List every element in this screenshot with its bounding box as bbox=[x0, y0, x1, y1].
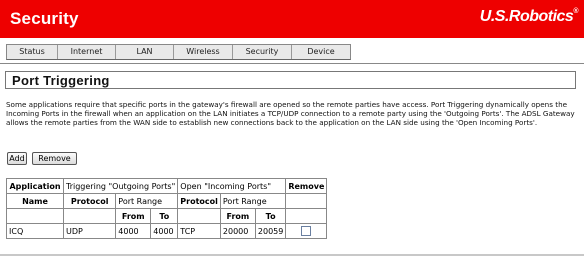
empty-cell bbox=[285, 208, 328, 224]
row-open-to: 20059 bbox=[254, 223, 287, 239]
add-button[interactable]: Add bbox=[7, 152, 27, 165]
empty-cell bbox=[285, 193, 328, 209]
row-name: ICQ bbox=[6, 223, 64, 239]
col-open: Open "Incoming Ports" bbox=[177, 178, 287, 194]
row-trigger-from: 4000 bbox=[115, 223, 152, 239]
remove-checkbox[interactable] bbox=[301, 226, 312, 236]
main-nav-tabs: Status Internet LAN Wireless Security De… bbox=[6, 44, 351, 60]
col-open-from: From bbox=[219, 208, 256, 224]
col-application: Application bbox=[6, 178, 64, 194]
remove-button[interactable]: Remove bbox=[32, 152, 77, 165]
col-name: Name bbox=[6, 193, 64, 209]
row-open-protocol: TCP bbox=[177, 223, 221, 239]
row-remove-cell bbox=[285, 223, 328, 239]
brand-logo: U.S.Robotics® bbox=[479, 8, 579, 26]
col-trigger-port-range: Port Range bbox=[115, 193, 179, 209]
port-triggering-table: Application Triggering "Outgoing Ports" … bbox=[6, 178, 328, 239]
col-open-to: To bbox=[254, 208, 287, 224]
table-header-row: Application Triggering "Outgoing Ports" … bbox=[6, 178, 328, 194]
col-remove: Remove bbox=[285, 178, 328, 194]
description-text: Some applications require that specific … bbox=[6, 100, 575, 128]
footer-divider bbox=[0, 254, 584, 256]
col-trigger-to: To bbox=[150, 208, 179, 224]
tab-device[interactable]: Device bbox=[292, 45, 350, 59]
col-trigger-from: From bbox=[115, 208, 152, 224]
empty-cell bbox=[177, 208, 221, 224]
registered-mark: ® bbox=[573, 8, 578, 15]
tab-security[interactable]: Security bbox=[233, 45, 292, 59]
table-subheader-row-2: From To From To bbox=[6, 208, 328, 224]
header-bar: Security U.S.Robotics® bbox=[0, 0, 584, 38]
row-trigger-to: 4000 bbox=[150, 223, 179, 239]
table-row: ICQ UDP 4000 4000 TCP 20000 20059 bbox=[6, 223, 328, 239]
tab-lan[interactable]: LAN bbox=[116, 45, 174, 59]
col-triggering: Triggering "Outgoing Ports" bbox=[62, 178, 179, 194]
row-open-from: 20000 bbox=[219, 223, 256, 239]
brand-logo-text: U.S.Robotics bbox=[479, 8, 574, 25]
section-title-box: Port Triggering bbox=[5, 71, 576, 89]
tab-wireless[interactable]: Wireless bbox=[174, 45, 233, 59]
tab-status[interactable]: Status bbox=[7, 45, 58, 59]
row-trigger-protocol: UDP bbox=[62, 223, 117, 239]
col-trigger-protocol: Protocol bbox=[62, 193, 117, 209]
divider bbox=[0, 63, 584, 64]
col-open-port-range: Port Range bbox=[219, 193, 287, 209]
section-title: Port Triggering bbox=[12, 73, 110, 88]
table-subheader-row: Name Protocol Port Range Protocol Port R… bbox=[6, 193, 328, 209]
empty-cell bbox=[6, 208, 64, 224]
tab-internet[interactable]: Internet bbox=[58, 45, 116, 59]
empty-cell bbox=[62, 208, 117, 224]
col-open-protocol: Protocol bbox=[177, 193, 221, 209]
page-header-title: Security bbox=[10, 9, 79, 28]
